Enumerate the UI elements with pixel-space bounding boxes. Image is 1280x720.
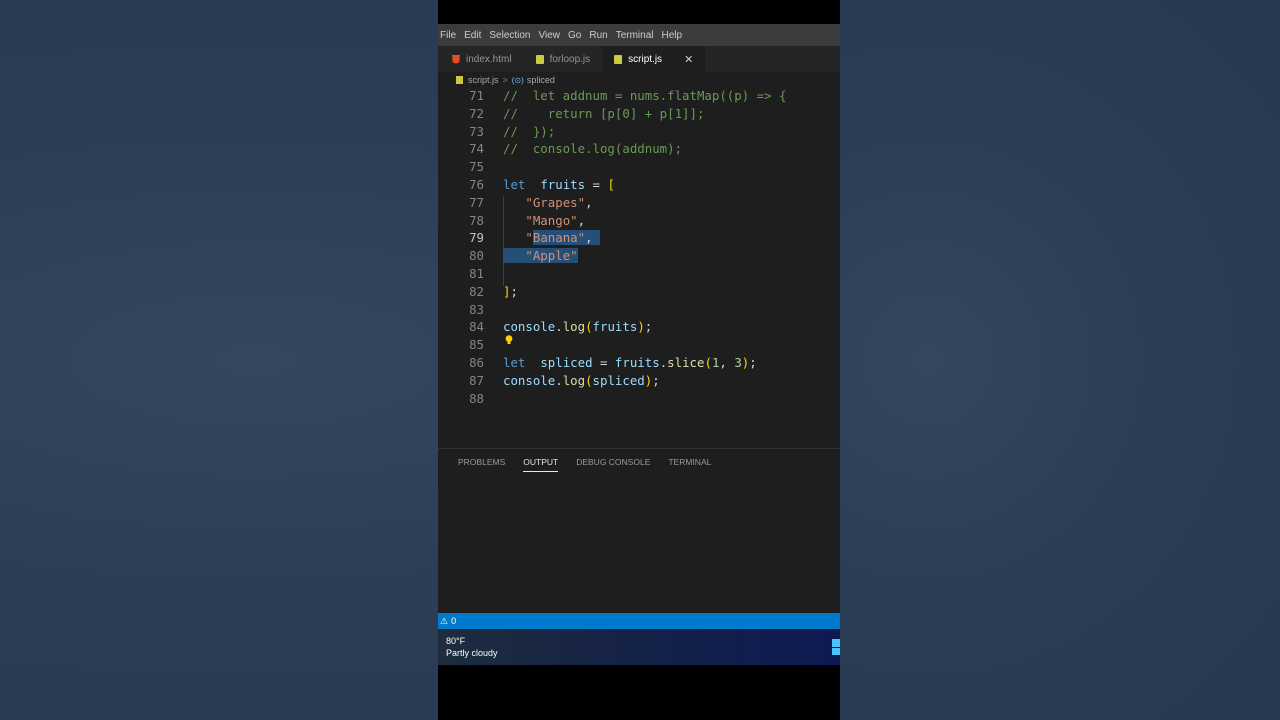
code-text: // }); [503, 123, 556, 139]
line-number: 88 [469, 390, 484, 406]
js-file-icon [535, 54, 544, 64]
warning-count[interactable]: 0 [451, 616, 456, 626]
code-line[interactable]: 83 [438, 301, 840, 319]
menu-run[interactable]: Run [585, 30, 611, 41]
code-text: console.log(spliced); [503, 372, 660, 388]
line-number: 76 [469, 177, 484, 192]
warning-icon[interactable]: ⚠ [440, 616, 448, 627]
menu-terminal[interactable]: Terminal [612, 30, 658, 41]
code-text: "Mango", [525, 212, 586, 228]
code-line[interactable]: 84 console.log(fruits); [438, 318, 840, 336]
code-text: // let addnum = nums.flatMap((p) => { [503, 88, 787, 103]
tab-output[interactable]: OUTPUT [523, 457, 559, 472]
panel-tabs: PROBLEMS OUTPUT DEBUG CONSOLE TERMINAL [458, 457, 729, 472]
code-text: // console.log(addnum); [503, 141, 683, 157]
code-text: "Apple" [503, 247, 578, 265]
tab-terminal[interactable]: TERMINAL [668, 457, 711, 472]
code-editor[interactable]: 71// let addnum = nums.flatMap((p) => {7… [438, 88, 840, 448]
line-number: 86 [469, 355, 484, 370]
menu-file[interactable]: File [438, 30, 460, 41]
code-text: ]; [503, 283, 518, 299]
menu-bar: File Edit Selection View Go Run Terminal… [438, 24, 840, 46]
code-line[interactable]: 80 "Apple" [438, 247, 840, 265]
line-number: 77 [469, 194, 484, 210]
code-line[interactable]: 86 let spliced = fruits.slice(1, 3); [438, 354, 840, 372]
video-frame: File Edit Selection View Go Run Terminal… [438, 0, 840, 720]
menu-edit[interactable]: Edit [460, 30, 485, 41]
code-text: console.log(fruits); [503, 319, 653, 335]
line-number: 75 [469, 159, 484, 175]
line-number: 80 [469, 248, 484, 264]
code-text: let fruits = [ [503, 177, 615, 192]
code-text: let spliced = fruits.slice(1, 3); [503, 355, 757, 370]
line-number: 81 [469, 266, 484, 281]
editor-tab-bar: index.html forloop.js script.js ✕ [438, 46, 840, 72]
html-file-icon [452, 54, 460, 64]
js-file-icon [456, 76, 463, 84]
breadcrumb: script.js > (⊙) spliced [438, 72, 840, 88]
code-line[interactable]: 81 [438, 265, 840, 283]
code-line[interactable]: 71 // let addnum = nums.flatMap((p) => { [438, 88, 840, 105]
breadcrumb-file[interactable]: script.js [468, 75, 499, 85]
code-line[interactable]: 73 // }); [438, 123, 840, 141]
variable-symbol-icon: (⊙) [511, 75, 524, 85]
code-text: // return [p[0] + p[1]]; [503, 105, 705, 121]
background-right [840, 0, 1280, 720]
tab-label: script.js [628, 53, 663, 65]
code-line[interactable]: 87 console.log(spliced); [438, 372, 840, 390]
tab-debug-console[interactable]: DEBUG CONSOLE [576, 457, 650, 472]
line-number: 83 [469, 301, 484, 317]
code-text: "Grapes", [525, 194, 593, 210]
code-line[interactable]: 76 let fruits = [ [438, 176, 840, 194]
taskbar: 80°F Partly cloudy [438, 629, 840, 665]
line-number: 78 [469, 212, 484, 228]
tab-script-js[interactable]: script.js ✕ [602, 46, 706, 72]
tab-label: index.html [466, 53, 512, 65]
line-number: 71 [469, 88, 484, 103]
tab-problems[interactable]: PROBLEMS [458, 457, 505, 472]
status-bar: ⚠ 0 [438, 613, 840, 629]
weather-widget[interactable]: 80°F Partly cloudy [446, 635, 498, 659]
code-line[interactable]: 79 "Banana", [438, 229, 840, 247]
weather-temperature: 80°F [446, 636, 466, 646]
line-number: 82 [469, 283, 484, 299]
code-line[interactable]: 74 // console.log(addnum); [438, 140, 840, 158]
menu-view[interactable]: View [535, 30, 565, 41]
js-file-icon [614, 54, 623, 64]
code-line[interactable]: 77 "Grapes", [438, 194, 840, 212]
code-line[interactable]: 82]; [438, 283, 840, 301]
line-number: 85 [469, 337, 484, 353]
line-number: 84 [469, 319, 484, 335]
breadcrumb-separator: > [502, 75, 508, 85]
line-number: 73 [469, 123, 484, 139]
line-number: 79 [469, 230, 484, 246]
code-line[interactable]: 85 [438, 336, 840, 354]
weather-condition: Partly cloudy [446, 648, 498, 658]
close-icon[interactable]: ✕ [684, 53, 693, 66]
menu-help[interactable]: Help [658, 30, 687, 41]
line-number: 72 [469, 105, 484, 121]
tab-label: forloop.js [549, 53, 591, 65]
tab-index-html[interactable]: index.html [438, 46, 524, 72]
breadcrumb-symbol[interactable]: spliced [527, 75, 555, 85]
bottom-panel: PROBLEMS OUTPUT DEBUG CONSOLE TERMINAL [438, 448, 840, 614]
code-text: "Banana", [525, 230, 600, 246]
menu-selection[interactable]: Selection [485, 30, 534, 41]
code-line[interactable]: 88 [438, 390, 840, 408]
code-line[interactable]: 72 // return [p[0] + p[1]]; [438, 105, 840, 123]
menu-go[interactable]: Go [564, 30, 585, 41]
windows-start-icon[interactable] [832, 639, 840, 655]
tab-forloop-js[interactable]: forloop.js [524, 46, 603, 72]
line-number: 74 [469, 141, 484, 157]
code-line[interactable]: 78 "Mango", [438, 212, 840, 230]
code-line[interactable]: 75 [438, 158, 840, 176]
line-number: 87 [469, 372, 484, 388]
